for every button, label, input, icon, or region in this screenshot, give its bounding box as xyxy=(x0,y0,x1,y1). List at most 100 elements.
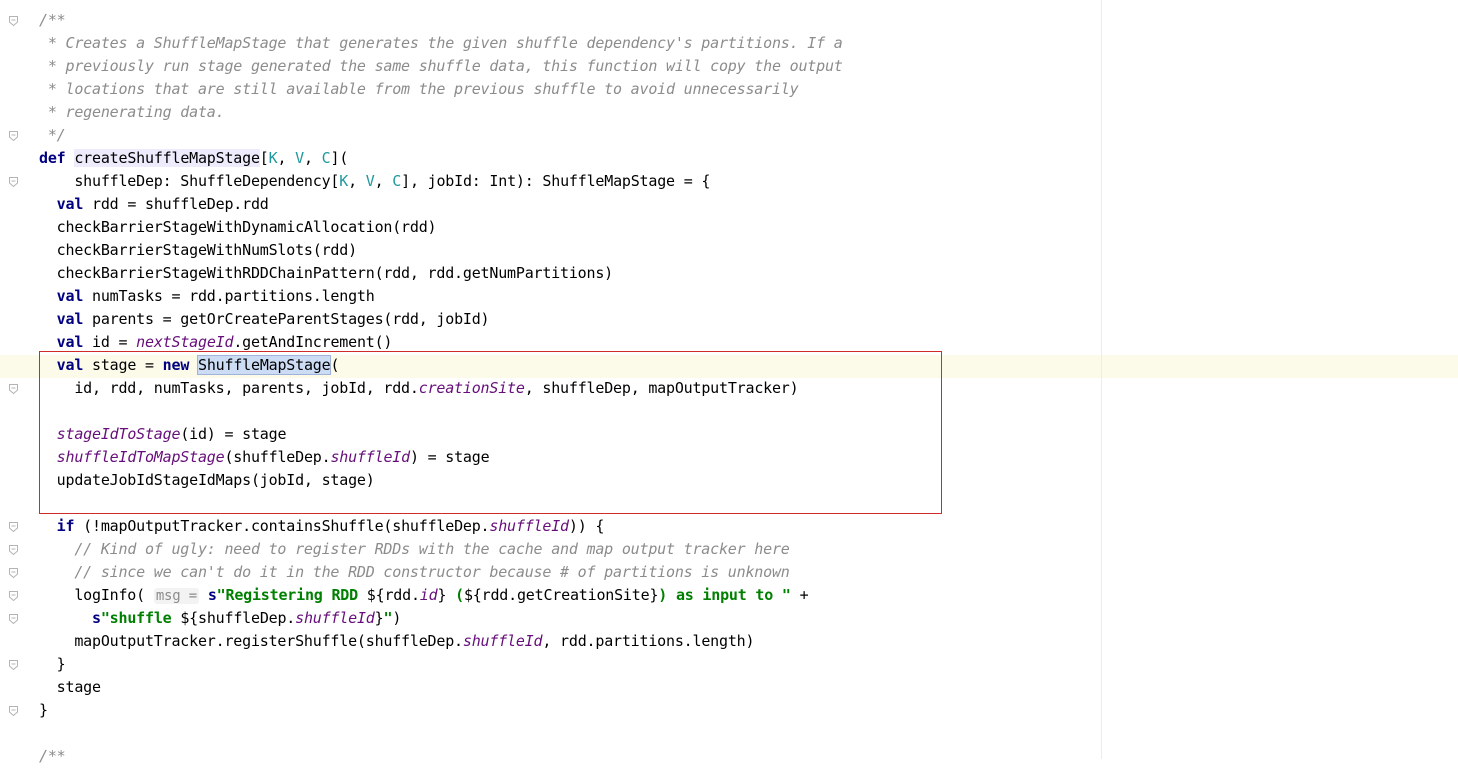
code-line[interactable]: id, rdd, numTasks, parents, jobId, rdd.c… xyxy=(39,377,798,400)
code-token: rdd = shuffleDep.rdd xyxy=(83,195,269,213)
code-line[interactable]: val rdd = shuffleDep.rdd xyxy=(39,193,269,216)
code-token: shuffleDep. xyxy=(198,609,296,627)
code-token: * locations that are still available fro… xyxy=(39,80,799,98)
code-editor[interactable]: /** * Creates a ShuffleMapStage that gen… xyxy=(0,0,1458,765)
code-token: createShuffleMapStage xyxy=(74,149,260,167)
code-token: /** xyxy=(39,747,66,765)
code-token: * regenerating data. xyxy=(39,103,225,121)
code-token: (shuffleDep. xyxy=(224,448,331,466)
code-line[interactable]: stageIdToStage(id) = stage xyxy=(39,423,287,446)
fold-marker-icon[interactable] xyxy=(9,522,18,532)
code-token: updateJobIdStageIdMaps(jobId, stage) xyxy=(39,471,375,489)
code-line[interactable]: checkBarrierStageWithDynamicAllocation(r… xyxy=(39,216,437,239)
code-line[interactable]: stage xyxy=(39,676,101,699)
code-token: new xyxy=(162,356,190,374)
code-line[interactable]: // Kind of ugly: need to register RDDs w… xyxy=(39,538,790,561)
code-token: )) { xyxy=(568,517,605,535)
code-line[interactable]: val numTasks = rdd.partitions.length xyxy=(39,285,375,308)
code-line[interactable]: s"shuffle ${shuffleDep.shuffleId}") xyxy=(39,607,401,630)
code-token: C xyxy=(392,172,402,190)
code-line[interactable]: } xyxy=(39,699,48,722)
code-line[interactable]: // since we can't do it in the RDD const… xyxy=(39,561,790,584)
code-token: * previously run stage generated the sam… xyxy=(39,57,843,75)
fold-marker-icon[interactable] xyxy=(9,384,18,394)
code-token: "shuffle xyxy=(100,609,181,627)
code-token: checkBarrierStageWithNumSlots(rdd) xyxy=(39,241,357,259)
code-token: mapOutputTracker.registerShuffle(shuffle… xyxy=(39,632,463,650)
code-line[interactable]: updateJobIdStageIdMaps(jobId, stage) xyxy=(39,469,375,492)
code-token: nextStageId xyxy=(136,333,234,351)
code-token: val xyxy=(56,195,84,213)
fold-marker-icon[interactable] xyxy=(9,177,18,187)
code-token: stage xyxy=(39,678,101,696)
code-line[interactable]: * previously run stage generated the sam… xyxy=(39,55,843,78)
code-token: s xyxy=(207,586,217,604)
code-line[interactable]: * regenerating data. xyxy=(39,101,225,124)
code-token: def xyxy=(39,149,66,167)
code-token: logInfo( xyxy=(39,586,154,604)
fold-marker-icon[interactable] xyxy=(9,660,18,670)
fold-marker-icon[interactable] xyxy=(9,545,18,555)
code-token: shuffleIdToMapStage xyxy=(56,448,225,466)
code-token: , xyxy=(304,149,322,167)
code-token: // since we can't do it in the RDD const… xyxy=(74,563,790,581)
code-line[interactable]: mapOutputTracker.registerShuffle(shuffle… xyxy=(39,630,754,653)
code-token: // Kind of ugly: need to register RDDs w… xyxy=(74,540,790,558)
code-token: , xyxy=(374,172,393,190)
code-token: stage = xyxy=(83,356,163,374)
code-token: s xyxy=(92,609,101,627)
code-token: V xyxy=(365,172,375,190)
code-token: ]( xyxy=(330,149,349,167)
code-line[interactable]: val id = nextStageId.getAndIncrement() xyxy=(39,331,393,354)
code-line[interactable]: shuffleIdToMapStage(shuffleDep.shuffleId… xyxy=(39,446,490,469)
code-line[interactable]: checkBarrierStageWithNumSlots(rdd) xyxy=(39,239,357,262)
code-token: creationSite xyxy=(418,379,525,397)
editor-gutter xyxy=(0,0,30,759)
code-line[interactable]: * locations that are still available fro… xyxy=(39,78,799,101)
fold-marker-icon[interactable] xyxy=(9,568,18,578)
code-line[interactable]: val parents = getOrCreateParentStages(rd… xyxy=(39,308,490,331)
code-token: , shuffleDep, mapOutputTracker) xyxy=(524,379,799,397)
code-token: .getAndIncrement() xyxy=(233,333,393,351)
fold-marker-icon[interactable] xyxy=(9,131,18,141)
code-line[interactable]: val stage = new ShuffleMapStage( xyxy=(39,354,340,377)
code-token: if xyxy=(56,517,75,535)
code-token: val xyxy=(56,287,84,305)
code-token: checkBarrierStageWithDynamicAllocation(r… xyxy=(39,218,437,236)
code-token: id = xyxy=(83,333,137,351)
code-line[interactable]: } xyxy=(39,653,66,676)
code-line[interactable]: def createShuffleMapStage[K, V, C]( xyxy=(39,147,348,170)
fold-marker-icon[interactable] xyxy=(9,706,18,716)
code-token: checkBarrierStageWithRDDChainPattern(rdd… xyxy=(39,264,614,282)
code-line[interactable]: /** xyxy=(39,745,66,768)
fold-marker-icon[interactable] xyxy=(9,591,18,601)
code-token: [ xyxy=(259,149,269,167)
fold-marker-icon[interactable] xyxy=(9,614,18,624)
code-token: , xyxy=(277,149,296,167)
code-token: } xyxy=(649,586,659,604)
code-token: */ xyxy=(39,126,66,144)
code-token: C xyxy=(321,149,331,167)
code-token: ShuffleMapStage xyxy=(196,355,332,375)
code-line[interactable]: * Creates a ShuffleMapStage that generat… xyxy=(39,32,843,55)
code-token: } xyxy=(39,701,48,719)
code-line[interactable]: /** xyxy=(39,9,66,32)
code-token: + xyxy=(790,586,809,604)
code-token: shuffleId xyxy=(489,517,569,535)
code-line[interactable]: if (!mapOutputTracker.containsShuffle(sh… xyxy=(39,515,605,538)
code-token: shuffleId xyxy=(330,448,410,466)
code-token: stageIdToStage xyxy=(56,425,181,443)
code-line[interactable]: logInfo( msg = s"Registering RDD ${rdd.i… xyxy=(39,584,809,607)
code-line[interactable]: */ xyxy=(39,124,66,147)
code-token: parents = getOrCreateParentStages(rdd, j… xyxy=(83,310,490,328)
code-token: (!mapOutputTracker.containsShuffle(shuff… xyxy=(74,517,490,535)
fold-marker-icon[interactable] xyxy=(9,16,18,26)
code-token: , rdd.partitions.length) xyxy=(542,632,755,650)
code-line[interactable]: shuffleDep: ShuffleDependency[K, V, C], … xyxy=(39,170,710,193)
code-line[interactable]: checkBarrierStageWithRDDChainPattern(rdd… xyxy=(39,262,614,285)
